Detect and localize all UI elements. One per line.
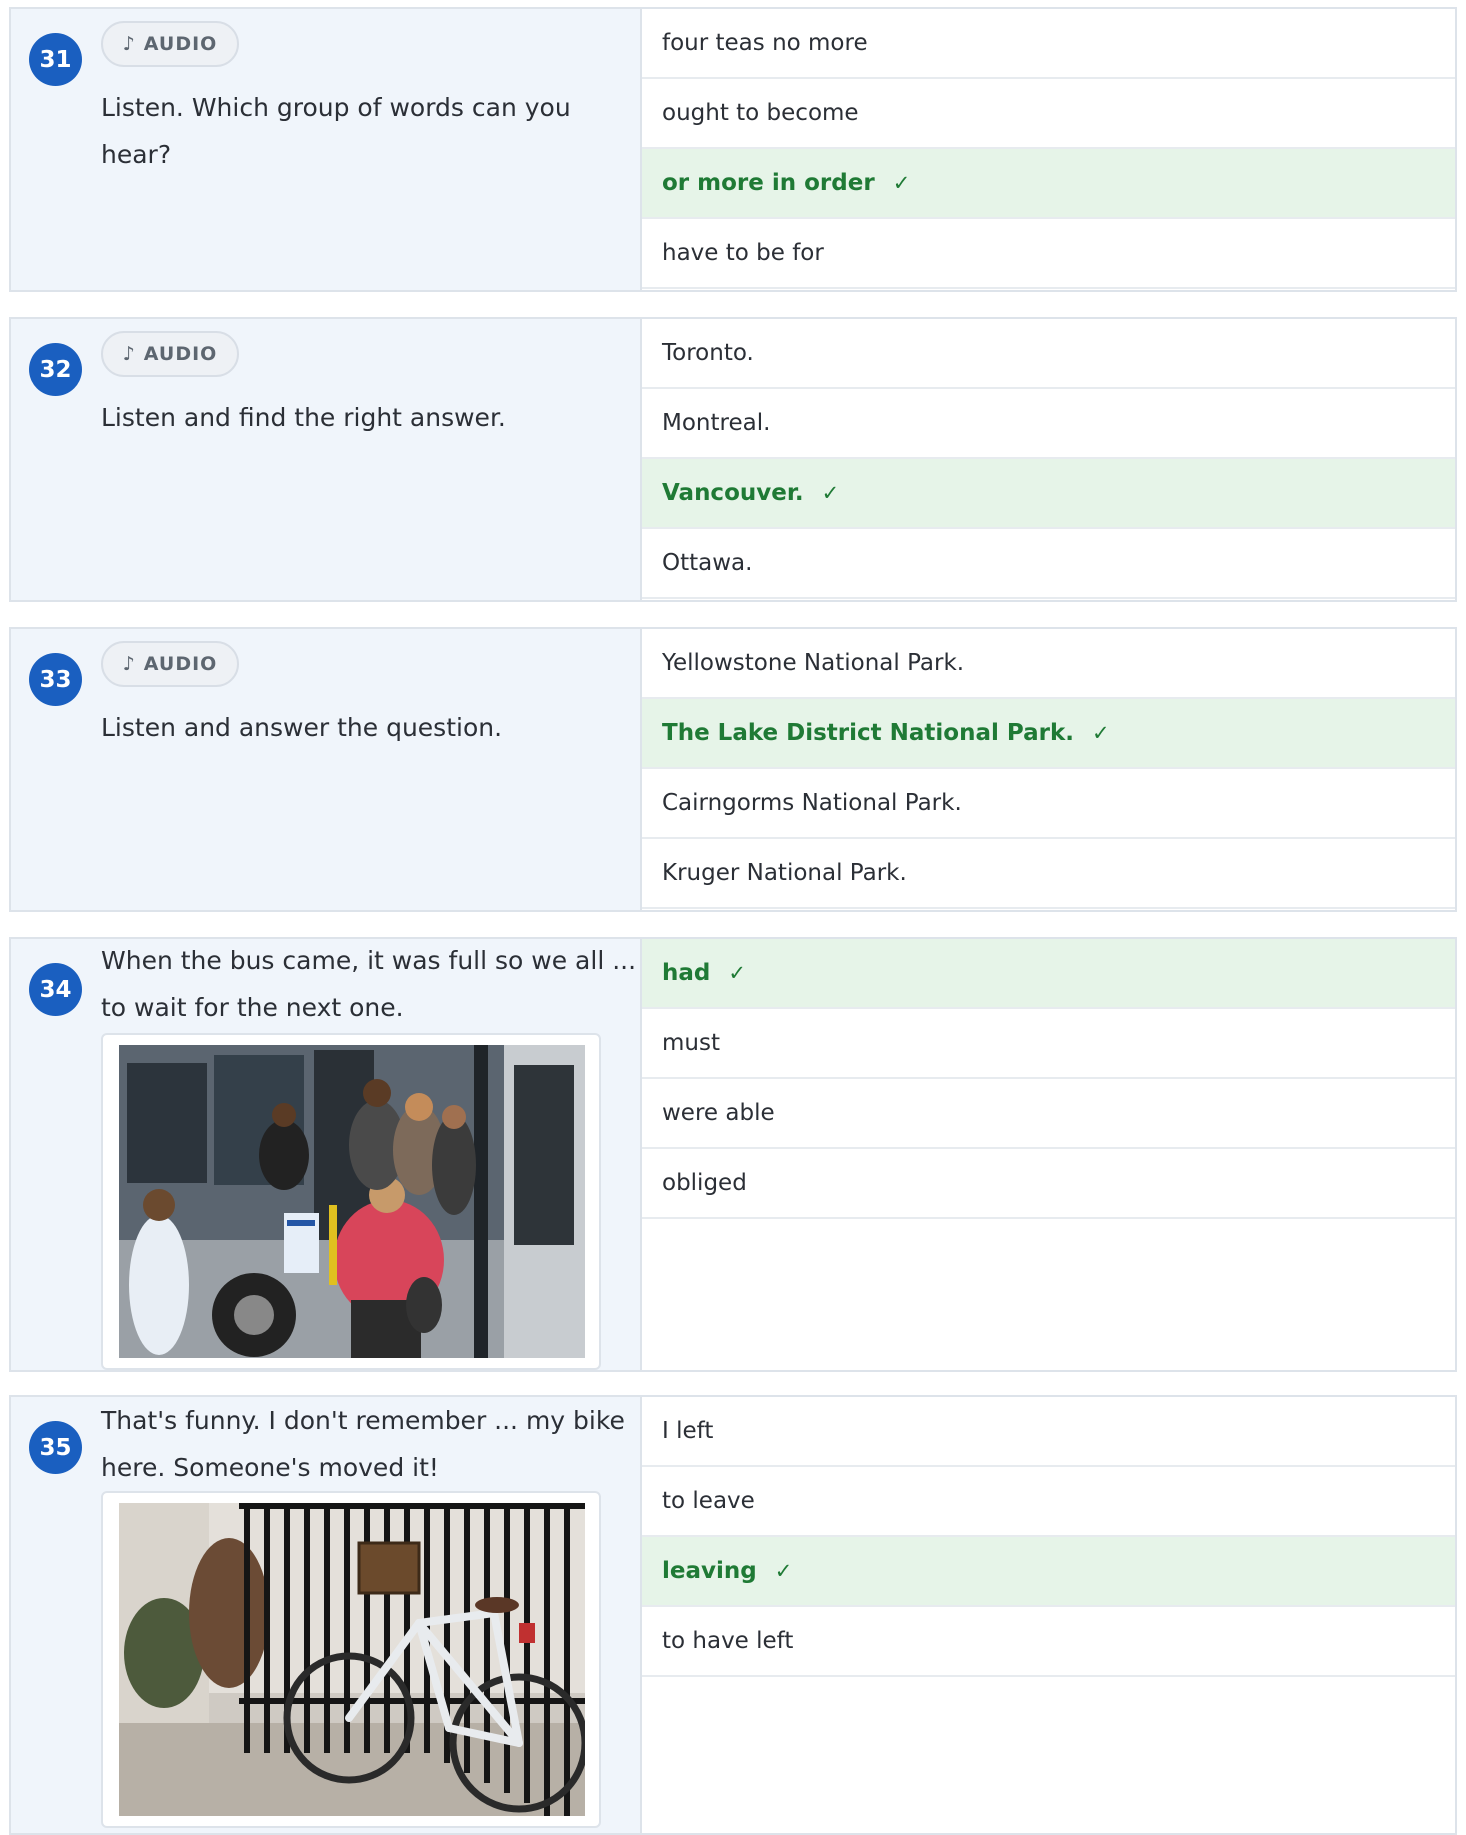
- answer-option[interactable]: obliged: [642, 1149, 1455, 1219]
- music-note-icon: ♪: [122, 343, 136, 365]
- bicycle-photo: [119, 1503, 585, 1816]
- question-gutter: 33: [11, 629, 102, 910]
- question-prompt: Listen and answer the question.: [101, 713, 503, 742]
- answer-option[interactable]: Montreal.: [642, 389, 1455, 459]
- answer-option[interactable]: Kruger National Park.: [642, 839, 1455, 909]
- answer-option[interactable]: must: [642, 1009, 1455, 1079]
- audio-play-button[interactable]: ♪ AUDIO: [101, 21, 239, 67]
- answer-option[interactable]: to have left: [642, 1607, 1455, 1677]
- question-gutter: 31: [11, 9, 102, 290]
- answer-option[interactable]: ought to become: [642, 79, 1455, 149]
- bus-boarding-photo: [119, 1045, 585, 1358]
- answer-option[interactable]: have to be for: [642, 219, 1455, 289]
- answer-option[interactable]: were able: [642, 1079, 1455, 1149]
- answer-option[interactable]: Yellowstone National Park.: [642, 629, 1455, 699]
- question-card: 34 When the bus came, it was full so we …: [9, 937, 1457, 1372]
- question-gutter: 35: [11, 1397, 102, 1833]
- question-stem: ♪ AUDIO Listen. Which group of words can…: [101, 9, 642, 290]
- question-prompt: Listen. Which group of words can you hea…: [101, 93, 571, 169]
- music-note-icon: ♪: [122, 653, 136, 675]
- question-number-badge: 35: [29, 1421, 82, 1474]
- music-note-icon: ♪: [122, 33, 136, 55]
- question-prompt: That's funny. I don't remember ... my bi…: [101, 1406, 625, 1482]
- question-card: 33 ♪ AUDIO Listen and answer the questio…: [9, 627, 1457, 912]
- answer-options: four teas no more ought to become or mor…: [642, 9, 1455, 289]
- question-number-badge: 32: [29, 343, 82, 396]
- question-gutter: 32: [11, 319, 102, 600]
- audio-label: AUDIO: [143, 343, 218, 365]
- question-number-badge: 33: [29, 653, 82, 706]
- answer-options: Toronto. Montreal. Vancouver. ✓ Ottawa.: [642, 319, 1455, 599]
- audio-play-button[interactable]: ♪ AUDIO: [101, 641, 239, 687]
- question-card: 32 ♪ AUDIO Listen and find the right ans…: [9, 317, 1457, 602]
- question-prompt: When the bus came, it was full so we all…: [101, 946, 637, 1022]
- answer-option[interactable]: Toronto.: [642, 319, 1455, 389]
- answer-option[interactable]: to leave: [642, 1467, 1455, 1537]
- bike-photo-frame: [101, 1491, 601, 1828]
- answer-option-correct[interactable]: The Lake District National Park. ✓: [642, 699, 1455, 769]
- answer-option[interactable]: Cairngorms National Park.: [642, 769, 1455, 839]
- question-number-badge: 31: [29, 33, 82, 86]
- answer-options: Yellowstone National Park. The Lake Dist…: [642, 629, 1455, 909]
- answer-option[interactable]: Ottawa.: [642, 529, 1455, 599]
- check-icon: ✓: [892, 171, 911, 195]
- answer-option-correct[interactable]: Vancouver. ✓: [642, 459, 1455, 529]
- answer-option-correct[interactable]: or more in order ✓: [642, 149, 1455, 219]
- question-gutter: 34: [11, 939, 102, 1370]
- question-card: 35 That's funny. I don't remember ... my…: [9, 1395, 1457, 1835]
- question-stem: When the bus came, it was full so we all…: [101, 939, 642, 1370]
- answer-options: had ✓ must were able obliged: [642, 939, 1455, 1219]
- question-number-badge: 34: [29, 963, 82, 1016]
- audio-label: AUDIO: [143, 653, 218, 675]
- check-icon: ✓: [1092, 721, 1110, 745]
- question-stem: ♪ AUDIO Listen and find the right answer…: [101, 319, 642, 600]
- answer-option-correct[interactable]: leaving ✓: [642, 1537, 1455, 1607]
- audio-label: AUDIO: [143, 33, 218, 55]
- answer-options: I left to leave leaving ✓ to have left: [642, 1397, 1455, 1677]
- answer-option[interactable]: four teas no more: [642, 9, 1455, 79]
- check-icon: ✓: [728, 961, 746, 985]
- bus-photo-frame: [101, 1033, 601, 1370]
- question-stem: ♪ AUDIO Listen and answer the question.: [101, 629, 642, 910]
- question-prompt: Listen and find the right answer.: [101, 403, 506, 432]
- check-icon: ✓: [821, 481, 840, 505]
- check-icon: ✓: [774, 1559, 793, 1583]
- answer-option-correct[interactable]: had ✓: [642, 939, 1455, 1009]
- audio-play-button[interactable]: ♪ AUDIO: [101, 331, 239, 377]
- question-card: 31 ♪ AUDIO Listen. Which group of words …: [9, 7, 1457, 292]
- question-stem: That's funny. I don't remember ... my bi…: [101, 1397, 642, 1833]
- answer-option[interactable]: I left: [642, 1397, 1455, 1467]
